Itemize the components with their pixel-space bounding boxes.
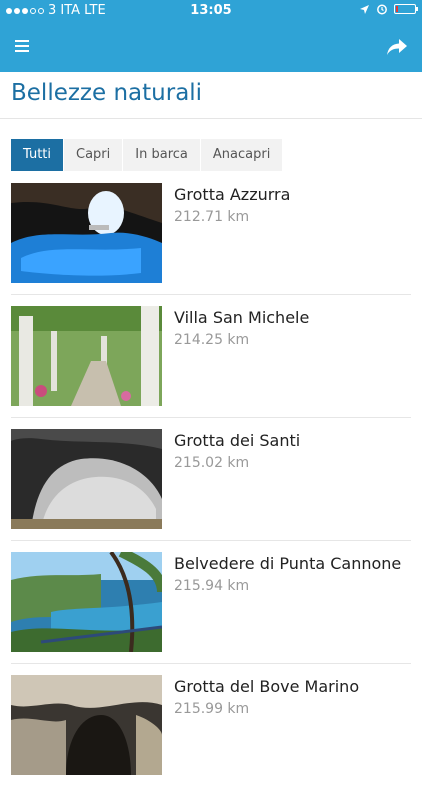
divider	[11, 294, 411, 295]
status-bar: 3 ITA LTE 13:05	[0, 0, 422, 22]
place-name: Belvedere di Punta Cannone	[174, 554, 402, 573]
divider	[11, 540, 411, 541]
list-item[interactable]: Belvedere di Punta Cannone 215.94 km	[0, 552, 422, 675]
place-thumbnail	[11, 675, 162, 775]
tab-in-barca[interactable]: In barca	[123, 139, 201, 171]
tab-capri[interactable]: Capri	[64, 139, 124, 171]
place-name: Grotta Azzurra	[174, 185, 291, 204]
list-item[interactable]: Grotta Azzurra 212.71 km	[0, 183, 422, 306]
place-name: Villa San Michele	[174, 308, 310, 327]
place-distance: 215.94 km	[174, 578, 250, 594]
place-distance: 214.25 km	[174, 332, 250, 348]
status-right	[359, 3, 418, 15]
alarm-icon	[377, 4, 387, 15]
battery-icon	[394, 4, 418, 14]
tab-anacapri[interactable]: Anacapri	[200, 139, 284, 171]
place-distance: 215.99 km	[174, 701, 250, 717]
place-distance: 212.71 km	[174, 209, 250, 225]
tab-tutti[interactable]: Tutti	[11, 139, 65, 171]
places-list: Grotta Azzurra 212.71 km Villa San Miche…	[0, 183, 422, 798]
place-thumbnail	[11, 552, 162, 652]
menu-icon[interactable]	[15, 40, 29, 52]
place-name: Grotta dei Santi	[174, 431, 301, 450]
divider	[11, 663, 411, 664]
list-item[interactable]: Villa San Michele 214.25 km	[0, 306, 422, 429]
share-icon[interactable]	[386, 37, 408, 57]
nav-bar	[0, 22, 422, 72]
place-thumbnail	[11, 429, 162, 529]
location-arrow-icon	[360, 4, 369, 14]
list-item[interactable]: Grotta dei Santi 215.02 km	[0, 429, 422, 552]
place-thumbnail	[11, 306, 162, 406]
divider	[0, 118, 422, 119]
list-item[interactable]: Grotta del Bove Marino 215.99 km	[0, 675, 422, 798]
page-title: Bellezze naturali	[11, 80, 203, 106]
place-thumbnail	[11, 183, 162, 283]
place-distance: 215.02 km	[174, 455, 250, 471]
filter-tabs: Tutti Capri In barca Anacapri	[11, 139, 284, 171]
place-name: Grotta del Bove Marino	[174, 677, 360, 696]
divider	[11, 417, 411, 418]
